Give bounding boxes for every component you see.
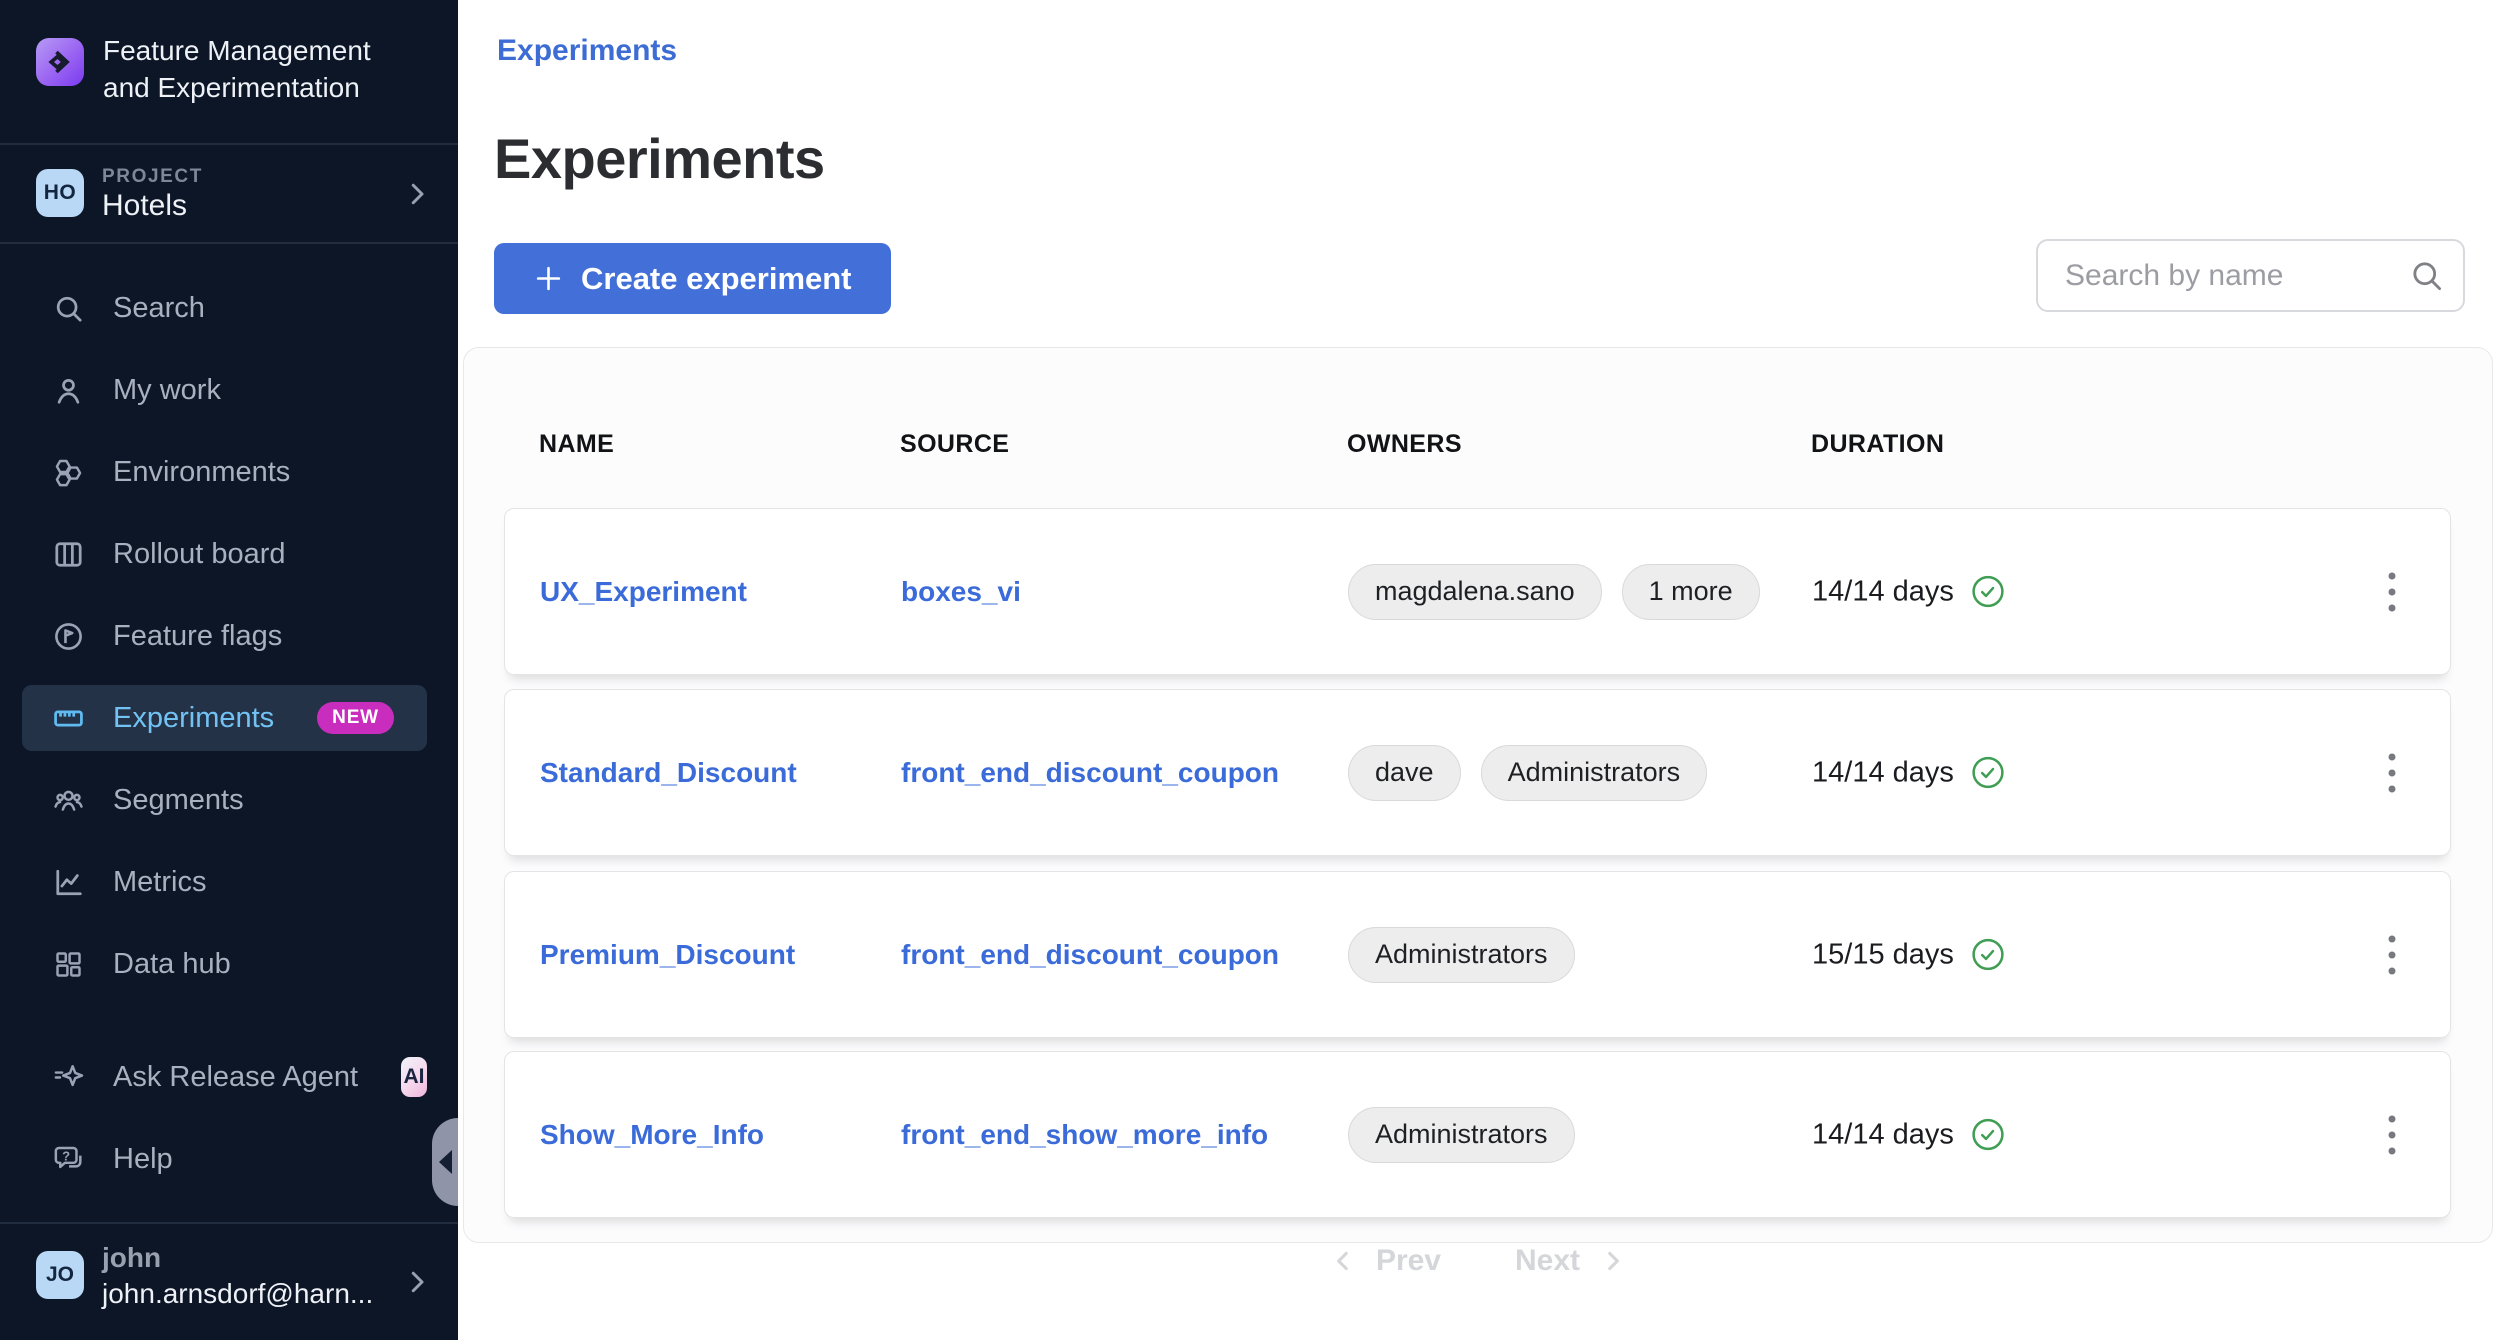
app-logo-icon (36, 38, 84, 86)
table-row: Show_More_Info front_end_show_more_info … (504, 1051, 2451, 1218)
user-name: john (102, 1242, 161, 1274)
duration-text: 14/14 days (1812, 1118, 1954, 1151)
next-label: Next (1515, 1244, 1580, 1278)
owners-cell: Administrators (1348, 1107, 1575, 1163)
project-avatar: HO (36, 169, 84, 217)
experiment-name-link[interactable]: UX_Experiment (540, 576, 747, 608)
people-icon (48, 780, 88, 820)
sidebar: Feature Management and Experimentation H… (0, 0, 458, 1340)
new-badge: NEW (317, 702, 394, 734)
duration-cell: 15/15 days (1812, 938, 2004, 971)
duration-text: 14/14 days (1812, 575, 1954, 608)
check-circle-icon (1972, 576, 2004, 608)
sidebar-item-metrics[interactable]: Metrics (22, 849, 427, 915)
board-columns-icon (48, 534, 88, 574)
flag-circle-icon (48, 616, 88, 656)
owner-chip[interactable]: Administrators (1481, 745, 1708, 801)
hexagons-icon (48, 452, 88, 492)
row-menu-button[interactable] (2378, 927, 2406, 983)
chevron-right-icon (402, 179, 432, 209)
pagination: Prev Next (458, 1244, 2498, 1278)
main-content: Experiments Experiments Create experimen… (458, 0, 2498, 1340)
table-row: Premium_Discount front_end_discount_coup… (504, 871, 2451, 1038)
owners-cell: Administrators (1348, 927, 1575, 983)
chevron-left-icon (1330, 1248, 1356, 1274)
data-hub-grid-icon (48, 944, 88, 984)
experiment-source-link[interactable]: boxes_vi (901, 576, 1021, 608)
experiments-table-panel: NAME SOURCE OWNERS DURATION UX_Experimen… (463, 347, 2493, 1243)
check-circle-icon (1972, 1119, 2004, 1151)
experiment-source-link[interactable]: front_end_discount_coupon (901, 939, 1279, 971)
row-menu-button[interactable] (2378, 564, 2406, 620)
prev-page-button[interactable]: Prev (1330, 1244, 1441, 1278)
chevron-right-icon (402, 1267, 432, 1297)
duration-cell: 14/14 days (1812, 1118, 2004, 1151)
sidebar-item-my-work[interactable]: My work (22, 357, 427, 423)
sparkle-icon (48, 1057, 88, 1097)
line-chart-icon (48, 862, 88, 902)
project-selector[interactable]: HO PROJECT Hotels (0, 145, 458, 242)
owner-chip[interactable]: Administrators (1348, 1107, 1575, 1163)
owners-cell: dave Administrators (1348, 745, 1707, 801)
breadcrumb[interactable]: Experiments (497, 34, 677, 68)
owner-chip[interactable]: Administrators (1348, 927, 1575, 983)
sidebar-item-segments[interactable]: Segments (22, 767, 427, 833)
column-header-name: NAME (539, 430, 614, 459)
create-experiment-label: Create experiment (581, 261, 852, 297)
page-title: Experiments (494, 126, 825, 191)
search-box (2036, 239, 2465, 312)
prev-label: Prev (1376, 1244, 1441, 1278)
user-email: john.arnsdorf@harn... (102, 1278, 373, 1310)
sidebar-item-rollout-board[interactable]: Rollout board (22, 521, 427, 587)
check-circle-icon (1972, 939, 2004, 971)
duration-text: 15/15 days (1812, 938, 1954, 971)
next-page-button[interactable]: Next (1515, 1244, 1626, 1278)
chevron-right-icon (1600, 1248, 1626, 1274)
svg-text:?: ? (62, 1148, 70, 1163)
app-title: Feature Management and Experimentation (103, 30, 371, 106)
check-circle-icon (1972, 757, 2004, 789)
owner-chip[interactable]: dave (1348, 745, 1461, 801)
sidebar-nav: Search My work Environments Rollout bo (0, 242, 458, 1192)
sidebar-item-help[interactable]: ? Help (22, 1126, 427, 1192)
duration-cell: 14/14 days (1812, 575, 2004, 608)
owner-chip[interactable]: magdalena.sano (1348, 564, 1602, 620)
table-row: UX_Experiment boxes_vi magdalena.sano 1 … (504, 508, 2451, 675)
table-row: Standard_Discount front_end_discount_cou… (504, 689, 2451, 856)
experiment-name-link[interactable]: Show_More_Info (540, 1119, 764, 1151)
person-icon (48, 370, 88, 410)
column-header-source: SOURCE (900, 430, 1009, 459)
sidebar-item-data-hub[interactable]: Data hub (22, 931, 427, 997)
search-input[interactable] (2036, 239, 2465, 312)
experiment-source-link[interactable]: front_end_discount_coupon (901, 757, 1279, 789)
search-icon (48, 288, 88, 328)
row-menu-button[interactable] (2378, 1107, 2406, 1163)
project-name: Hotels (102, 189, 187, 223)
duration-cell: 14/14 days (1812, 756, 2004, 789)
sidebar-item-search[interactable]: Search (22, 275, 427, 341)
column-header-owners: OWNERS (1347, 430, 1462, 459)
create-experiment-button[interactable]: Create experiment (494, 243, 891, 314)
sidebar-item-experiments[interactable]: Experiments NEW (22, 685, 427, 751)
app-logo[interactable]: Feature Management and Experimentation (36, 30, 426, 106)
ruler-icon (48, 698, 88, 738)
experiment-name-link[interactable]: Standard_Discount (540, 757, 797, 789)
owners-cell: magdalena.sano 1 more (1348, 564, 1760, 620)
help-chat-icon: ? (48, 1139, 88, 1179)
user-avatar: JO (36, 1251, 84, 1299)
ai-badge: AI (401, 1057, 427, 1097)
duration-text: 14/14 days (1812, 756, 1954, 789)
user-menu[interactable]: JO john john.arnsdorf@harn... (0, 1224, 458, 1340)
row-menu-button[interactable] (2378, 745, 2406, 801)
sidebar-collapse-handle[interactable] (432, 1118, 458, 1206)
sidebar-item-feature-flags[interactable]: Feature flags (22, 603, 427, 669)
plus-icon (533, 263, 564, 294)
sidebar-item-ask-release-agent[interactable]: Ask Release Agent AI (22, 1044, 427, 1110)
project-label: PROJECT (102, 166, 203, 188)
experiment-source-link[interactable]: front_end_show_more_info (901, 1119, 1268, 1151)
column-header-duration: DURATION (1811, 430, 1944, 459)
owner-more-chip[interactable]: 1 more (1622, 564, 1760, 620)
experiment-name-link[interactable]: Premium_Discount (540, 939, 795, 971)
sidebar-item-environments[interactable]: Environments (22, 439, 427, 505)
